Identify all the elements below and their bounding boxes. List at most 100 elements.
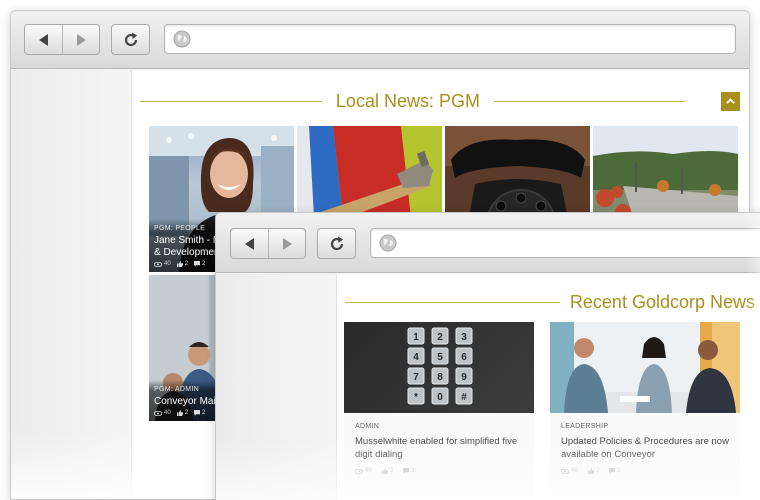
globe-icon xyxy=(379,234,397,252)
keypad-key-label: 1 xyxy=(413,332,419,343)
keypad-key-label: 6 xyxy=(461,352,467,363)
comment-icon xyxy=(403,468,410,474)
keypad-key-label: # xyxy=(461,392,467,403)
like-count-value: 2 xyxy=(389,468,394,474)
chevron-up-icon xyxy=(726,98,735,104)
view-count-value: 40 xyxy=(164,261,171,267)
news-card[interactable]: LEADERSHIP Updated Policies & Procedures… xyxy=(550,322,740,500)
comment-count: 2 xyxy=(194,261,205,267)
comment-count-value: 3 xyxy=(411,468,415,474)
card-title[interactable]: Updated Policies & Procedures are now av… xyxy=(561,435,729,461)
reload-button[interactable] xyxy=(111,24,150,55)
eye-icon xyxy=(355,468,363,474)
section-header-recent-news: Recent Goldcorp News xyxy=(345,291,755,313)
view-count-value: 40 xyxy=(365,468,372,474)
view-count-value: 40 xyxy=(164,410,171,416)
forward-button[interactable] xyxy=(62,25,99,54)
eye-icon xyxy=(154,410,162,416)
address-bar xyxy=(370,228,760,258)
forward-arrow-icon xyxy=(77,33,86,46)
keypad-key: # xyxy=(455,387,473,405)
eye-icon xyxy=(154,261,162,267)
card-category: ADMIN xyxy=(355,423,380,430)
thumbs-up-icon xyxy=(381,468,388,474)
comment-count-value: 2 xyxy=(202,261,206,267)
card-body: ADMIN Musselwhite enabled for simplified… xyxy=(344,413,534,500)
left-sidebar xyxy=(216,274,337,500)
card-photo xyxy=(550,322,740,413)
browser-toolbar xyxy=(11,11,749,69)
keypad-key: 6 xyxy=(455,347,473,365)
collapse-button[interactable] xyxy=(721,91,740,111)
meeting-photo xyxy=(550,322,740,413)
like-count-value: 2 xyxy=(595,468,600,474)
keypad-key-label: 0 xyxy=(437,392,443,403)
view-count-value: 40 xyxy=(571,468,578,474)
keypad-key: 0 xyxy=(431,387,449,405)
view-count: 40 xyxy=(154,261,171,267)
keypad-key: 5 xyxy=(431,347,449,365)
address-bar xyxy=(164,24,736,54)
page-content: Recent Goldcorp News 1 2 3 4 5 6 7 8 9 * 0 # ADMIN … xyxy=(337,274,760,500)
keypad-key: 3 xyxy=(455,327,473,345)
keypad-key: 4 xyxy=(407,347,425,365)
eye-icon xyxy=(561,468,569,474)
section-title: Recent Goldcorp News xyxy=(569,291,755,312)
like-count-value: 2 xyxy=(184,261,189,267)
card-stats: 40 2 3 xyxy=(561,468,729,474)
keypad-key: 8 xyxy=(431,367,449,385)
card-category: LEADERSHIP xyxy=(561,423,609,430)
reload-icon xyxy=(330,236,343,250)
keypad-key-label: 9 xyxy=(461,372,467,383)
keypad-key-label: 3 xyxy=(461,332,467,343)
keypad-key-label: 7 xyxy=(413,372,419,383)
news-card[interactable]: 1 2 3 4 5 6 7 8 9 * 0 # ADMIN Musselwhite enabled f… xyxy=(344,322,534,500)
card-photo: 1 2 3 4 5 6 7 8 9 * 0 # xyxy=(344,322,534,413)
keypad-key: 7 xyxy=(407,367,425,385)
comment-count-value: 2 xyxy=(202,410,206,416)
keypad-key: 1 xyxy=(407,327,425,345)
header-rule-left xyxy=(140,100,322,102)
back-button[interactable] xyxy=(25,25,62,54)
like-count: 2 xyxy=(176,410,189,416)
thumbs-up-icon xyxy=(176,261,183,267)
like-count-value: 2 xyxy=(184,410,189,416)
keypad-key: 9 xyxy=(455,367,473,385)
keypad-photo: 1 2 3 4 5 6 7 8 9 * 0 # xyxy=(407,327,473,405)
like-count: 2 xyxy=(587,468,600,474)
comment-count: 3 xyxy=(609,468,620,474)
nav-buttons xyxy=(24,24,100,55)
reload-icon xyxy=(124,32,137,46)
keypad-key-label: 4 xyxy=(413,352,419,363)
comment-count-value: 3 xyxy=(617,468,621,474)
comment-icon xyxy=(609,468,616,474)
browser-window-front: Recent Goldcorp News 1 2 3 4 5 6 7 8 9 * 0 # ADMIN … xyxy=(215,212,760,500)
section-title: Local News: PGM xyxy=(335,90,480,111)
keypad-key-label: 8 xyxy=(437,372,443,383)
address-input[interactable] xyxy=(197,25,735,53)
address-input[interactable] xyxy=(403,229,760,257)
keypad-key-label: * xyxy=(414,392,418,403)
card-title[interactable]: Musselwhite enabled for simplified five … xyxy=(355,435,523,461)
header-rule-left xyxy=(345,301,560,303)
card-body: LEADERSHIP Updated Policies & Procedures… xyxy=(550,413,740,500)
view-count: 40 xyxy=(154,410,171,416)
nav-buttons xyxy=(230,228,306,259)
like-count: 2 xyxy=(176,261,189,267)
back-arrow-icon xyxy=(38,33,48,46)
keypad-key: 2 xyxy=(431,327,449,345)
view-count: 40 xyxy=(561,468,578,474)
back-arrow-icon xyxy=(244,237,254,250)
header-rule-right xyxy=(493,100,685,102)
thumbs-up-icon xyxy=(176,410,183,416)
comment-count: 2 xyxy=(194,410,205,416)
keypad-key-label: 2 xyxy=(437,332,443,343)
browser-toolbar xyxy=(216,213,760,273)
forward-button[interactable] xyxy=(268,229,305,258)
comment-icon xyxy=(194,410,201,416)
globe-icon xyxy=(173,30,191,48)
reload-button[interactable] xyxy=(317,228,356,259)
view-count: 40 xyxy=(355,468,372,474)
keypad-key-label: 5 xyxy=(437,352,443,363)
back-button[interactable] xyxy=(231,229,268,258)
